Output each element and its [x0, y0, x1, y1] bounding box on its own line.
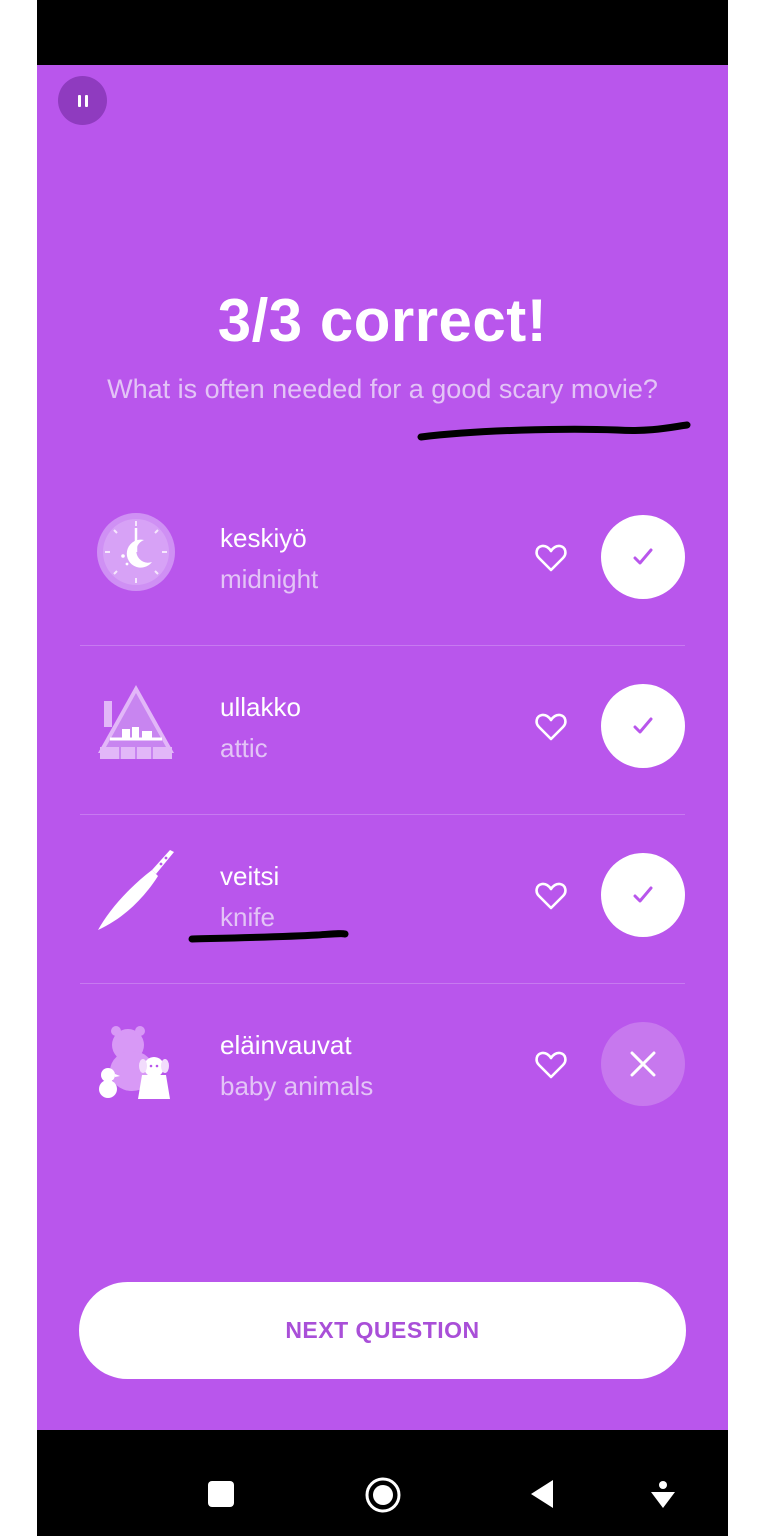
list-item-keskiyo: keskiyö midnight [80, 476, 685, 646]
favorite-heart-icon[interactable] [534, 1048, 568, 1082]
item-word: keskiyö [220, 523, 307, 553]
baby-animals-icon [99, 1026, 170, 1099]
correct-check-badge [601, 853, 685, 937]
close-icon [630, 1051, 656, 1077]
item-word: veitsi [220, 861, 280, 891]
midnight-clock-icon [97, 513, 175, 591]
check-icon [633, 886, 653, 903]
favorite-heart-icon[interactable] [534, 879, 568, 913]
recents-square-icon[interactable] [207, 1480, 235, 1508]
check-icon [633, 548, 653, 565]
attic-house-icon [98, 685, 174, 759]
item-translation: attic [220, 733, 268, 763]
score-title: 3/3 correct! [217, 287, 548, 354]
favorite-heart-icon[interactable] [534, 710, 568, 744]
item-word: eläinvauvat [220, 1030, 352, 1060]
list-item-veitsi: veitsi knife [80, 814, 685, 984]
correct-check-badge [601, 515, 685, 599]
list-item-elainvauvat: eläinvauvat baby animals [80, 983, 685, 1152]
home-circle-icon[interactable] [364, 1476, 402, 1514]
pause-button[interactable] [58, 76, 107, 125]
check-icon [633, 717, 653, 734]
quiz-result-screen: 3/3 correct! What is often needed for a … [37, 65, 728, 1430]
handwritten-underline [417, 421, 691, 441]
pause-icon [77, 94, 81, 107]
next-question-button[interactable]: NEXT QUESTION [79, 1282, 686, 1379]
knife-icon [98, 850, 174, 930]
handwritten-underline [188, 930, 349, 943]
system-nav-bar [37, 1430, 728, 1536]
item-translation: baby animals [220, 1071, 374, 1101]
correct-check-badge [601, 684, 685, 768]
item-word: ullakko [220, 692, 301, 722]
list-item-ullakko: ullakko attic [80, 645, 685, 815]
favorite-heart-icon[interactable] [534, 541, 568, 575]
back-triangle-icon[interactable] [529, 1478, 555, 1510]
item-translation: midnight [220, 564, 319, 594]
question-text: What is often needed for a good scary mo… [107, 374, 658, 404]
accessibility-icon[interactable] [649, 1480, 677, 1510]
incorrect-cross-badge [601, 1022, 685, 1106]
